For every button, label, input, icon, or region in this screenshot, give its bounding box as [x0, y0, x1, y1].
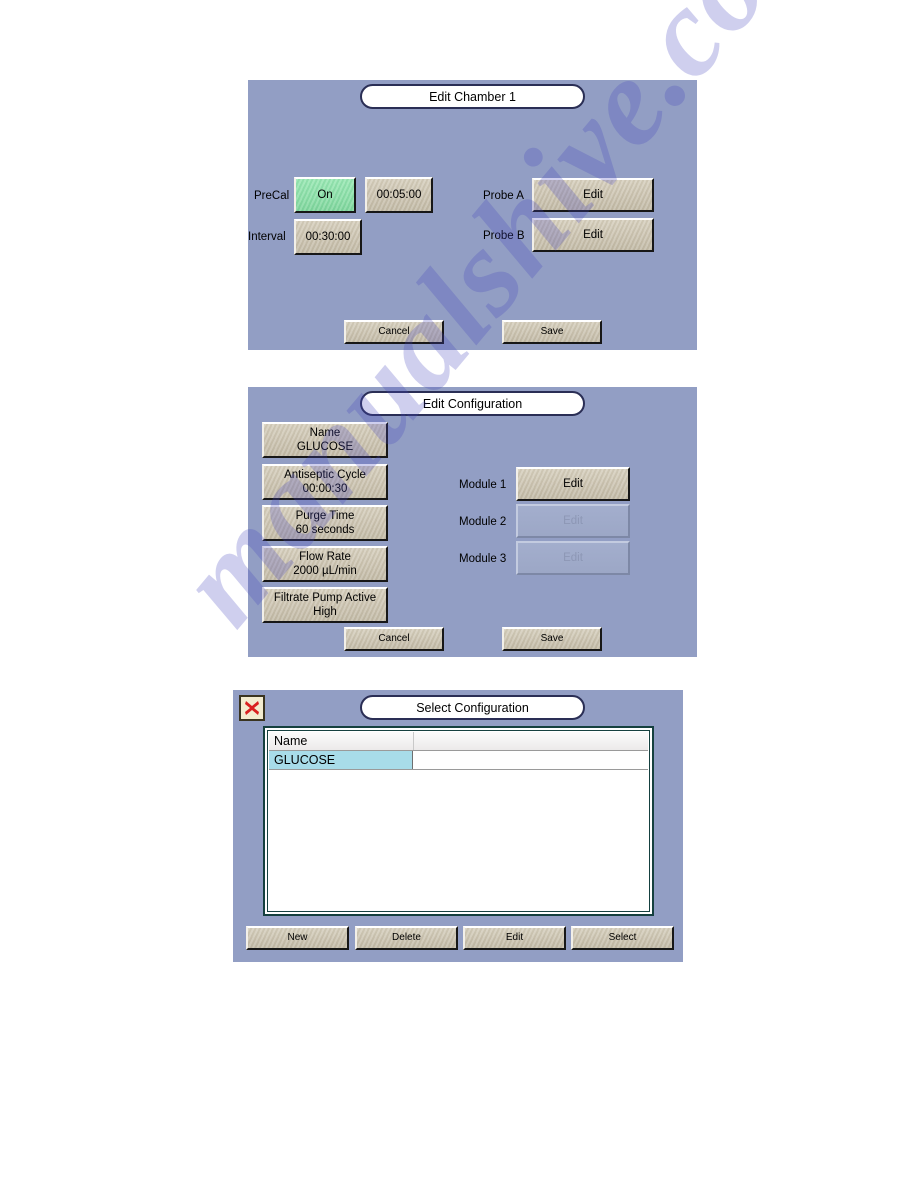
- precal-label: PreCal: [254, 190, 290, 202]
- configuration-listbox[interactable]: Name GLUCOSE: [263, 726, 654, 916]
- module-3-label: Module 3: [459, 553, 507, 565]
- setting-filtrate-pump-button[interactable]: Filtrate Pump Active High: [262, 587, 388, 623]
- setting-purge-time-button[interactable]: Purge Time 60 seconds: [262, 505, 388, 541]
- probe-a-edit-button[interactable]: Edit: [532, 178, 654, 212]
- module-1-edit-button[interactable]: Edit: [516, 467, 630, 501]
- edit-configuration-panel: Edit Configuration Name GLUCOSE Antisept…: [248, 387, 697, 657]
- new-button[interactable]: New: [246, 926, 349, 950]
- setting-purge-time-value: 60 seconds: [295, 524, 355, 536]
- column-header-name: Name: [274, 734, 308, 748]
- setting-name-label: Name: [309, 426, 341, 439]
- module-1-label: Module 1: [459, 479, 507, 491]
- probe-b-edit-button[interactable]: Edit: [532, 218, 654, 252]
- setting-flow-rate-button[interactable]: Flow Rate 2000 µL/min: [262, 546, 388, 582]
- chamber-cancel-button[interactable]: Cancel: [344, 320, 444, 344]
- edit-configuration-title: Edit Configuration: [360, 391, 585, 416]
- setting-antiseptic-cycle-value: 00:00:30: [302, 483, 348, 495]
- column-divider: [413, 732, 414, 750]
- delete-button[interactable]: Delete: [355, 926, 458, 950]
- configuration-save-button[interactable]: Save: [502, 627, 602, 651]
- module-2-label: Module 2: [459, 516, 507, 528]
- setting-flow-rate-label: Flow Rate: [299, 550, 351, 563]
- edit-chamber-title: Edit Chamber 1: [360, 84, 585, 109]
- interval-time-button[interactable]: 00:30:00: [294, 219, 362, 255]
- setting-name-button[interactable]: Name GLUCOSE: [262, 422, 388, 458]
- setting-purge-time-label: Purge Time: [295, 509, 355, 522]
- close-button[interactable]: [239, 695, 265, 721]
- setting-flow-rate-value: 2000 µL/min: [293, 565, 357, 577]
- setting-antiseptic-cycle-button[interactable]: Antiseptic Cycle 00:00:30: [262, 464, 388, 500]
- setting-antiseptic-cycle-label: Antiseptic Cycle: [284, 468, 366, 481]
- module-2-edit-button: Edit: [516, 504, 630, 538]
- configuration-cancel-button[interactable]: Cancel: [344, 627, 444, 651]
- probe-b-label: Probe B: [483, 230, 525, 242]
- precal-toggle-button[interactable]: On: [294, 177, 356, 213]
- setting-filtrate-pump-value: High: [313, 606, 337, 618]
- list-header-row: Name: [269, 732, 648, 751]
- table-row[interactable]: GLUCOSE: [269, 751, 648, 770]
- edit-button[interactable]: Edit: [463, 926, 566, 950]
- select-button[interactable]: Select: [571, 926, 674, 950]
- select-configuration-title: Select Configuration: [360, 695, 585, 720]
- select-configuration-panel: Select Configuration Name GLUCOSE New De…: [233, 690, 683, 962]
- chamber-save-button[interactable]: Save: [502, 320, 602, 344]
- list-item-name: GLUCOSE: [269, 751, 413, 769]
- close-x-icon: [245, 701, 259, 715]
- precal-time-button[interactable]: 00:05:00: [365, 177, 433, 213]
- probe-a-label: Probe A: [483, 190, 524, 202]
- setting-name-value: GLUCOSE: [296, 441, 354, 453]
- module-3-edit-button: Edit: [516, 541, 630, 575]
- edit-chamber-panel: Edit Chamber 1 PreCal On 00:05:00 Interv…: [248, 80, 697, 350]
- interval-label: Interval: [248, 231, 286, 243]
- setting-filtrate-pump-label: Filtrate Pump Active: [273, 591, 377, 604]
